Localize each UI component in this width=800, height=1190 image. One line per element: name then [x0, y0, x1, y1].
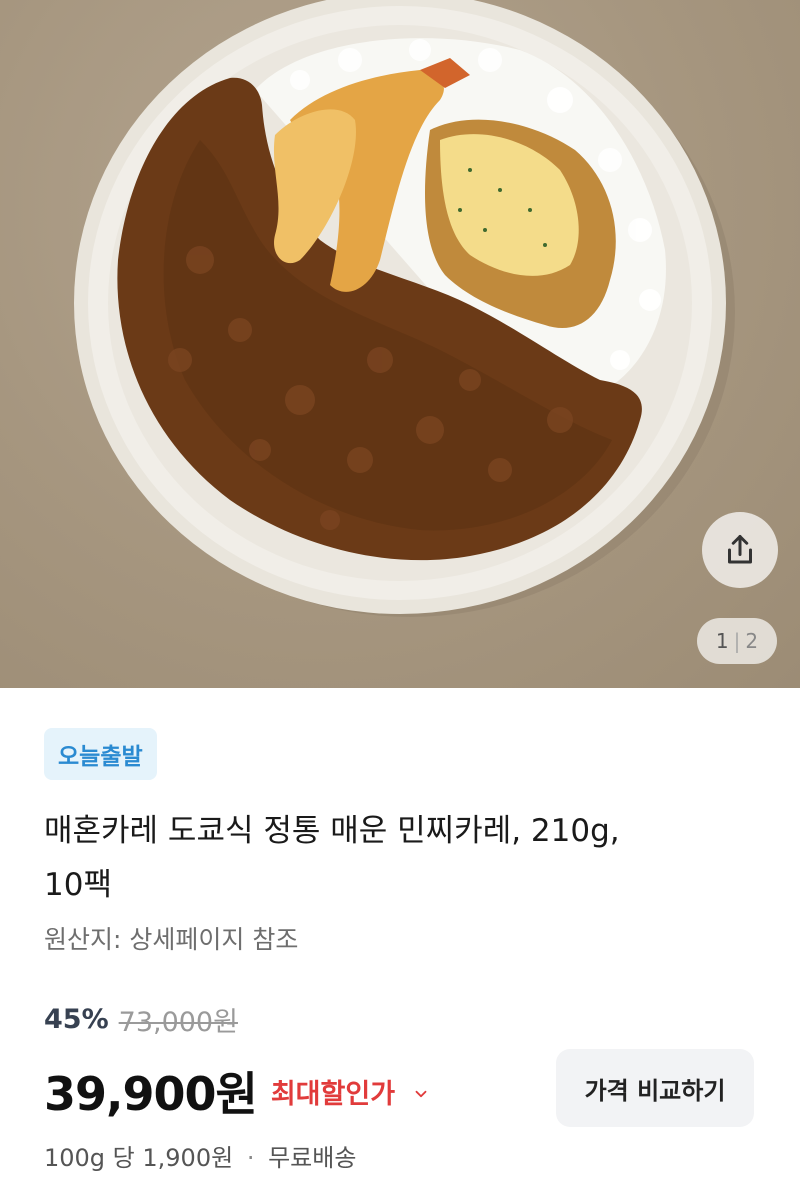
product-photo: [74, 0, 735, 617]
share-button[interactable]: [702, 512, 778, 588]
unit-price: 100g 당 1,900원: [44, 1144, 234, 1172]
chevron-down-icon: [412, 1085, 430, 1103]
product-origin: 원산지: 상세페이지 참조: [44, 925, 299, 954]
product-image-gallery[interactable]: 1 | 2: [0, 0, 800, 688]
original-price: 73,000원: [118, 1007, 238, 1038]
max-discount-label: 최대할인가: [270, 1078, 396, 1110]
max-discount-toggle[interactable]: 최대할인가: [271, 1072, 431, 1111]
shipping-badge: 오늘출발: [44, 728, 157, 780]
product-title-line1: 매혼카레 도쿄식 정통 매운 민찌카레, 210g,: [44, 813, 620, 849]
price-row: 39,900원 최대할인가: [44, 1058, 430, 1124]
compare-price-button[interactable]: 가격 비교하기: [556, 1049, 754, 1127]
image-counter-total: 2: [745, 629, 759, 653]
product-title: 매혼카레 도쿄식 정통 매운 민찌카레, 210g, 10팩: [44, 804, 744, 912]
discount-row: 45% 73,000원: [44, 1000, 238, 1039]
image-counter: 1 | 2: [697, 618, 777, 664]
separator-dot: ·: [246, 1144, 255, 1172]
sale-price: 39,900원: [44, 1067, 258, 1121]
unit-price-row: 100g 당 1,900원 · 무료배송: [44, 1138, 356, 1173]
share-icon: [728, 535, 752, 564]
image-counter-separator: |: [733, 629, 741, 653]
image-counter-current: 1: [715, 629, 729, 653]
product-title-line2: 10팩: [44, 867, 112, 903]
discount-rate: 45%: [44, 1004, 109, 1035]
shipping-info: 무료배송: [268, 1144, 357, 1172]
